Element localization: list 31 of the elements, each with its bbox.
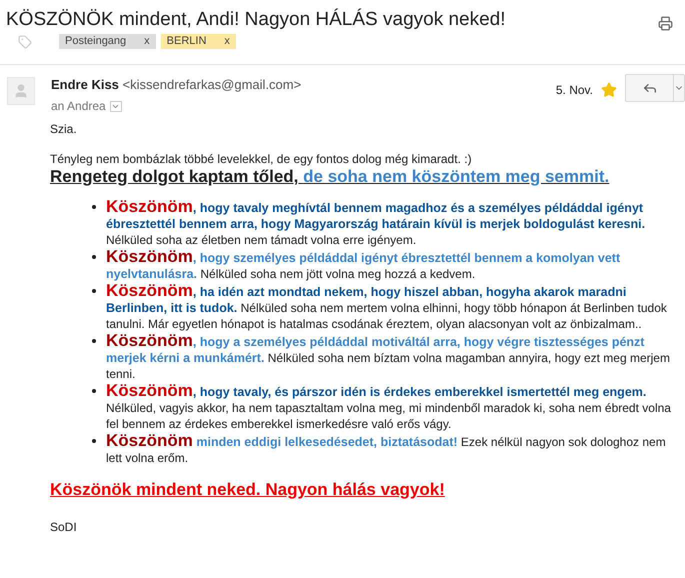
bullet [92, 255, 96, 259]
bullet [92, 439, 96, 443]
sender-name: Endre Kiss [51, 77, 119, 92]
bullet [92, 289, 96, 293]
thanks-item: Köszönöm, ha idén azt mondtad nekem, hogy hiszel abban, hogyha akarok maradni Berlinben, itt is tudok. Nélküled soha nem mertem volna elhinni, hogy több hónapon át Berlinben tudok tanulni. Már egyetlen hónapot is hatalmas csodának éreztem, olyan alacsonyan volt az önbizalmam.. [106, 283, 668, 332]
thanks-item: Köszönöm minden eddigi lelkesedésedet, biztatásodat! Ezek nélkül nagyon sok dologhoz nem lett volna erőm. [106, 433, 667, 466]
headline-text: Rengeteg dolgot kaptam tőled, [50, 167, 298, 186]
remove-label-button[interactable]: x [224, 33, 230, 50]
sender-email: <kissendrefarkas@gmail.com> [122, 77, 302, 92]
label-chip[interactable]: BERLIN x [160, 34, 236, 49]
print-icon[interactable] [658, 16, 673, 31]
star-icon[interactable] [601, 82, 617, 98]
thanks-item: Köszönöm, hogy tavaly, és párszor idén is érdekes emberekkel ismertettél meg engem. Nélküled, vagyis akkor, ha nem tapasztaltam volna meg, mi mindenből maradok ki, soha nem ébredt volna fel bennem az érdekes emberekkel ismerkedésre való erős vágy. [106, 383, 671, 432]
thanks-item: Köszönöm, hogy a személyes példáddal motiváltál arra, hogy végre tisztességes pénzt merjek kérni a munkámért. Nélküled soha nem bíztam volna magamban annyira, hogy ezt meg merjem tenni. [106, 333, 671, 382]
label-chip[interactable]: Posteingang x [59, 34, 156, 49]
intro-text: Tényleg nem bombázlak többé levelekkel, de egy fontos dolog még kimaradt. :) [50, 152, 473, 167]
thanks-item: Köszönöm, hogy tavaly meghívtál bennem magadhoz és a személyes példáddal igényt ébresztettél bennem arra, hogy Magyarország határain kívül is merjek boldogulást keresni. Nélküled soha az életben nem támadt volna erre igényem. [106, 199, 646, 248]
person-icon [13, 83, 29, 99]
bullet [92, 389, 96, 393]
email-subject: KÖSZÖNÖK mindent, Andi! Nagyon HÁLÁS vagyok neked! [6, 8, 506, 32]
headline-accent: de soha nem köszöntem meg semmit. [303, 167, 610, 186]
greeting-text: Szia. [50, 122, 78, 137]
bullet [92, 339, 96, 343]
recipient-text: an Andrea [51, 98, 106, 115]
remove-label-button[interactable]: x [144, 33, 150, 50]
bullet [92, 205, 96, 209]
signature-text: SoDI [50, 520, 78, 535]
date-text: 5. Nov. [556, 82, 593, 98]
thanks-item: Köszönöm, hogy személyes példáddal igényt ébresztettél bennem a komolyan vett nyelvtanulásra. Nélküled soha nem jött volna meg hozzá a kedvem. [106, 249, 622, 282]
closing-text: Köszönök mindent neked. Nagyon hálás vagyok! [50, 480, 446, 500]
reply-button-group[interactable] [625, 74, 685, 102]
